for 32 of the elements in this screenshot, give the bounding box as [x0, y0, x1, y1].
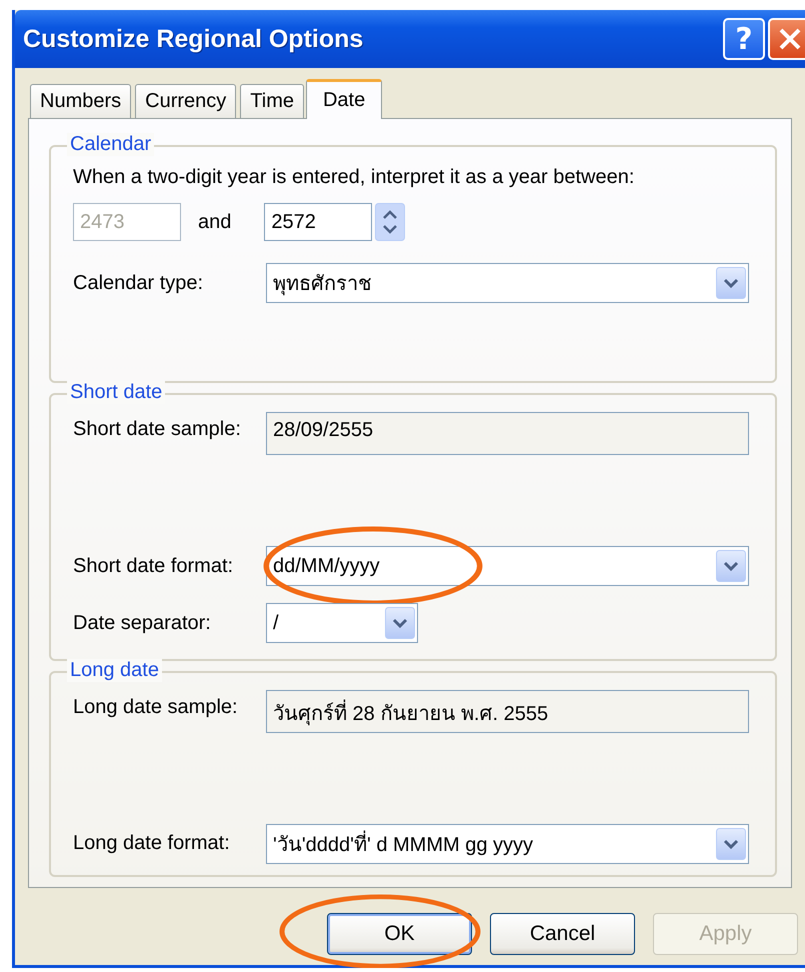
- dropdown[interactable]: /: [266, 603, 418, 643]
- chevron-down-icon[interactable]: [716, 267, 746, 299]
- sample-field: 28/09/2555: [266, 412, 749, 455]
- window-title: Customize Regional Options: [23, 24, 364, 54]
- instruction-text: When a two-digit year is entered, interpret it as a year between:: [73, 166, 636, 189]
- close-icon: [777, 26, 803, 52]
- and-label: and: [198, 210, 232, 234]
- field-label: Calendar type:: [73, 272, 204, 294]
- dialog-button[interactable]: OK: [327, 913, 472, 955]
- chevron-down-icon[interactable]: [716, 828, 746, 860]
- field-label: Short date format:: [73, 554, 234, 578]
- group-title: Calendar: [67, 133, 154, 156]
- close-button[interactable]: [768, 18, 805, 60]
- field-label: Long date format:: [73, 832, 231, 856]
- year-field[interactable]: 2572: [264, 203, 372, 241]
- tab[interactable]: Currency: [135, 84, 236, 118]
- dropdown[interactable]: พุทธศักราช: [266, 263, 749, 303]
- dropdown[interactable]: 'วัน'dddd'ที่' d MMMM gg yyyy: [266, 824, 749, 864]
- tab[interactable]: Time: [240, 84, 304, 118]
- sample-field: วันศุกร์ที่ 28 กันยายน พ.ศ. 2555: [266, 690, 749, 733]
- dropdown[interactable]: dd/MM/yyyy: [266, 546, 749, 586]
- field-label: Short date sample:: [73, 417, 242, 441]
- dialog-button[interactable]: Cancel: [490, 913, 635, 955]
- tab[interactable]: Date: [306, 79, 382, 119]
- tab[interactable]: Numbers: [30, 84, 132, 118]
- chevron-down-icon[interactable]: [716, 550, 746, 582]
- group-title: Long date: [67, 658, 162, 682]
- field-label: Date separator:: [73, 612, 212, 634]
- help-button[interactable]: ?: [723, 18, 765, 60]
- field-label: Long date sample:: [73, 694, 239, 719]
- chevron-down-icon[interactable]: [385, 607, 415, 639]
- spinner-arrows-icon[interactable]: [375, 203, 406, 241]
